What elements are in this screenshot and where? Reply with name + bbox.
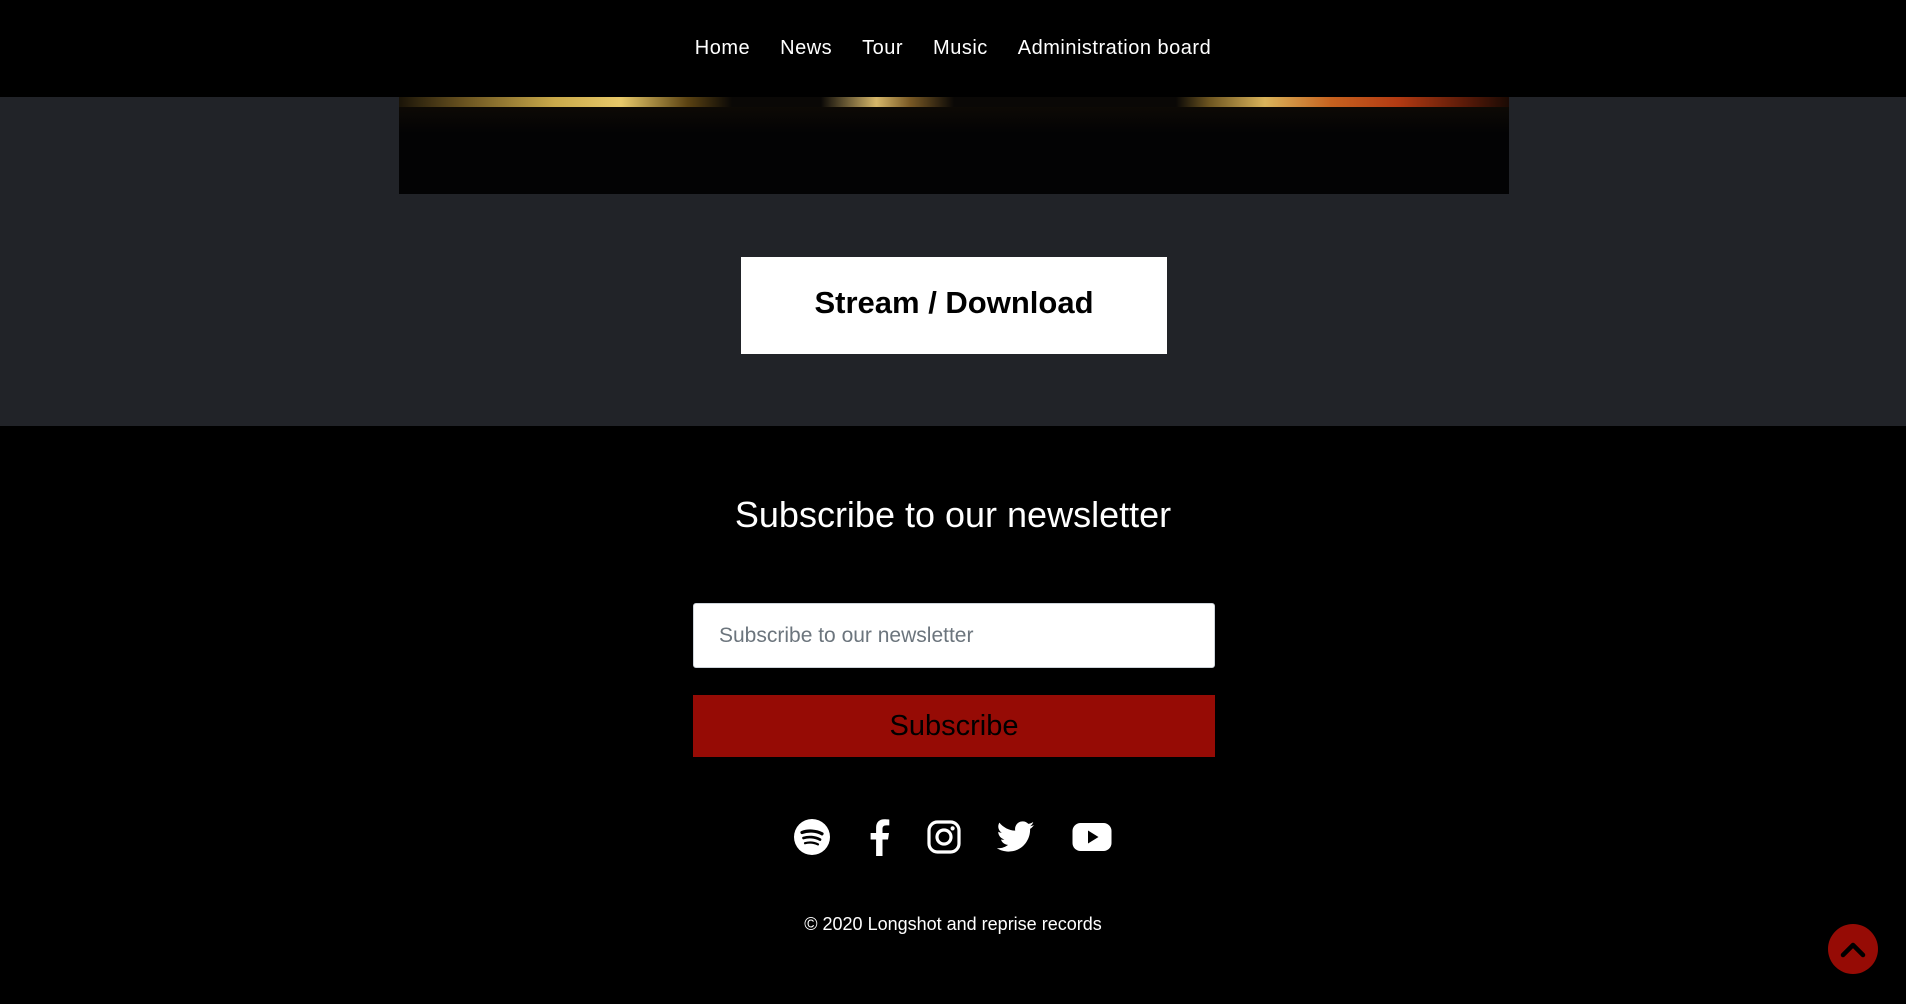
nav-item-news[interactable]: News <box>765 37 847 60</box>
instagram-icon[interactable] <box>922 815 966 859</box>
spotify-icon[interactable] <box>790 815 834 859</box>
back-to-top-button[interactable] <box>1828 924 1878 974</box>
copyright-text: © 2020 Longshot and reprise records <box>804 914 1102 934</box>
nav-item-home[interactable]: Home <box>680 37 765 60</box>
footer: Subscribe to our newsletter Subscribe to… <box>0 426 1906 1004</box>
newsletter-email-input[interactable] <box>693 603 1215 668</box>
page: Home News Tour Music Administration boar… <box>0 0 1906 1004</box>
facebook-icon[interactable] <box>857 815 901 859</box>
youtube-icon[interactable] <box>1070 815 1114 859</box>
album-cover-shade <box>399 107 1509 194</box>
nav-item-administration-board[interactable]: Administration board <box>1003 37 1226 60</box>
social-links <box>0 815 1906 875</box>
nav-list: Home News Tour Music Administration boar… <box>680 37 1226 60</box>
chevron-up-icon <box>1840 942 1866 958</box>
top-navbar: Home News Tour Music Administration boar… <box>0 0 1906 97</box>
album-cover-image <box>399 97 1509 194</box>
stream-download-button[interactable]: Stream / Download <box>741 257 1167 354</box>
music-section: Stream / Download <box>0 97 1906 426</box>
newsletter-title: Subscribe to our newsletter <box>734 494 1172 535</box>
nav-item-tour[interactable]: Tour <box>847 37 918 60</box>
twitter-icon[interactable] <box>994 815 1038 859</box>
nav-item-music[interactable]: Music <box>918 37 1003 60</box>
album-cover-art-strip <box>399 97 1509 107</box>
subscribe-button[interactable]: Subscribe <box>693 695 1215 757</box>
